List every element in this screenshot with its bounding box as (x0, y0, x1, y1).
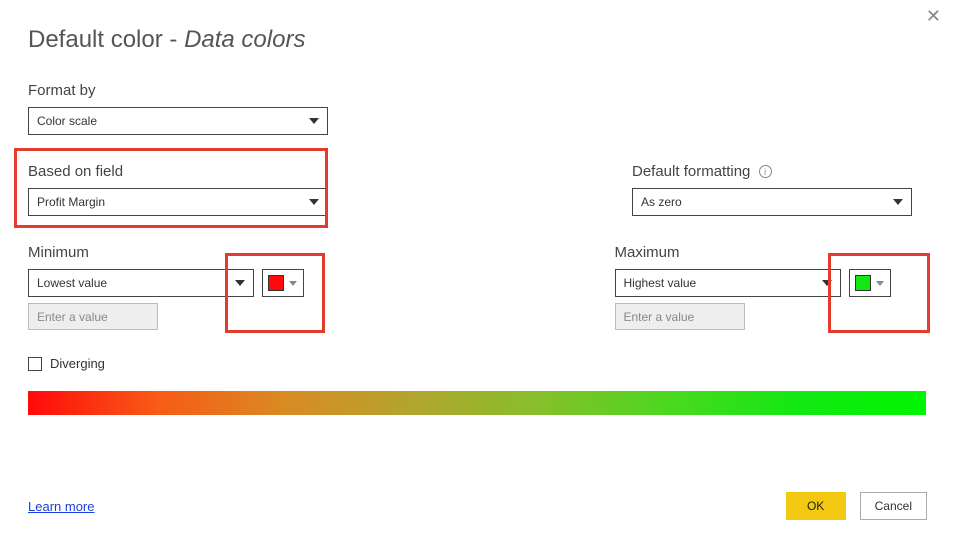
ok-button[interactable]: OK (786, 492, 846, 520)
chevron-down-icon (289, 281, 297, 286)
maximum-color-swatch (855, 275, 871, 291)
chevron-down-icon (235, 280, 245, 286)
format-by-value: Color scale (37, 114, 97, 128)
minimum-placeholder: Enter a value (37, 310, 108, 324)
close-icon[interactable]: ✕ (926, 6, 941, 27)
maximum-select[interactable]: Highest value (615, 269, 841, 297)
chevron-down-icon (309, 199, 319, 205)
minimum-select[interactable]: Lowest value (28, 269, 254, 297)
chevron-down-icon (309, 118, 319, 124)
color-scale-dialog: ✕ Default color - Data colors Format by … (0, 0, 955, 550)
info-icon[interactable]: i (759, 165, 772, 178)
chevron-down-icon (876, 281, 884, 286)
title-italic: Data colors (184, 26, 305, 53)
format-by-label: Format by (28, 82, 328, 99)
dialog-title: Default color - Data colors (28, 0, 927, 54)
title-prefix: Default color - (28, 26, 184, 53)
chevron-down-icon (893, 199, 903, 205)
maximum-placeholder: Enter a value (624, 310, 695, 324)
default-formatting-select[interactable]: As zero (632, 188, 912, 216)
based-on-field-value: Profit Margin (37, 195, 105, 209)
based-on-field-label: Based on field (28, 163, 328, 180)
maximum-value-input[interactable]: Enter a value (615, 303, 745, 330)
maximum-color-picker[interactable] (849, 269, 891, 297)
maximum-select-value: Highest value (624, 276, 697, 290)
cancel-button[interactable]: Cancel (860, 492, 927, 520)
minimum-select-value: Lowest value (37, 276, 107, 290)
gradient-preview (28, 391, 926, 415)
format-by-select[interactable]: Color scale (28, 107, 328, 135)
learn-more-link[interactable]: Learn more (28, 499, 94, 514)
diverging-label: Diverging (50, 356, 105, 371)
diverging-checkbox[interactable] (28, 357, 42, 371)
default-formatting-value: As zero (641, 195, 682, 209)
minimum-value-input[interactable]: Enter a value (28, 303, 158, 330)
chevron-down-icon (822, 280, 832, 286)
based-on-field-select[interactable]: Profit Margin (28, 188, 328, 216)
maximum-label: Maximum (615, 244, 928, 261)
minimum-label: Minimum (28, 244, 341, 261)
default-formatting-label: Default formatting i (632, 163, 912, 180)
minimum-color-swatch (268, 275, 284, 291)
minimum-color-picker[interactable] (262, 269, 304, 297)
